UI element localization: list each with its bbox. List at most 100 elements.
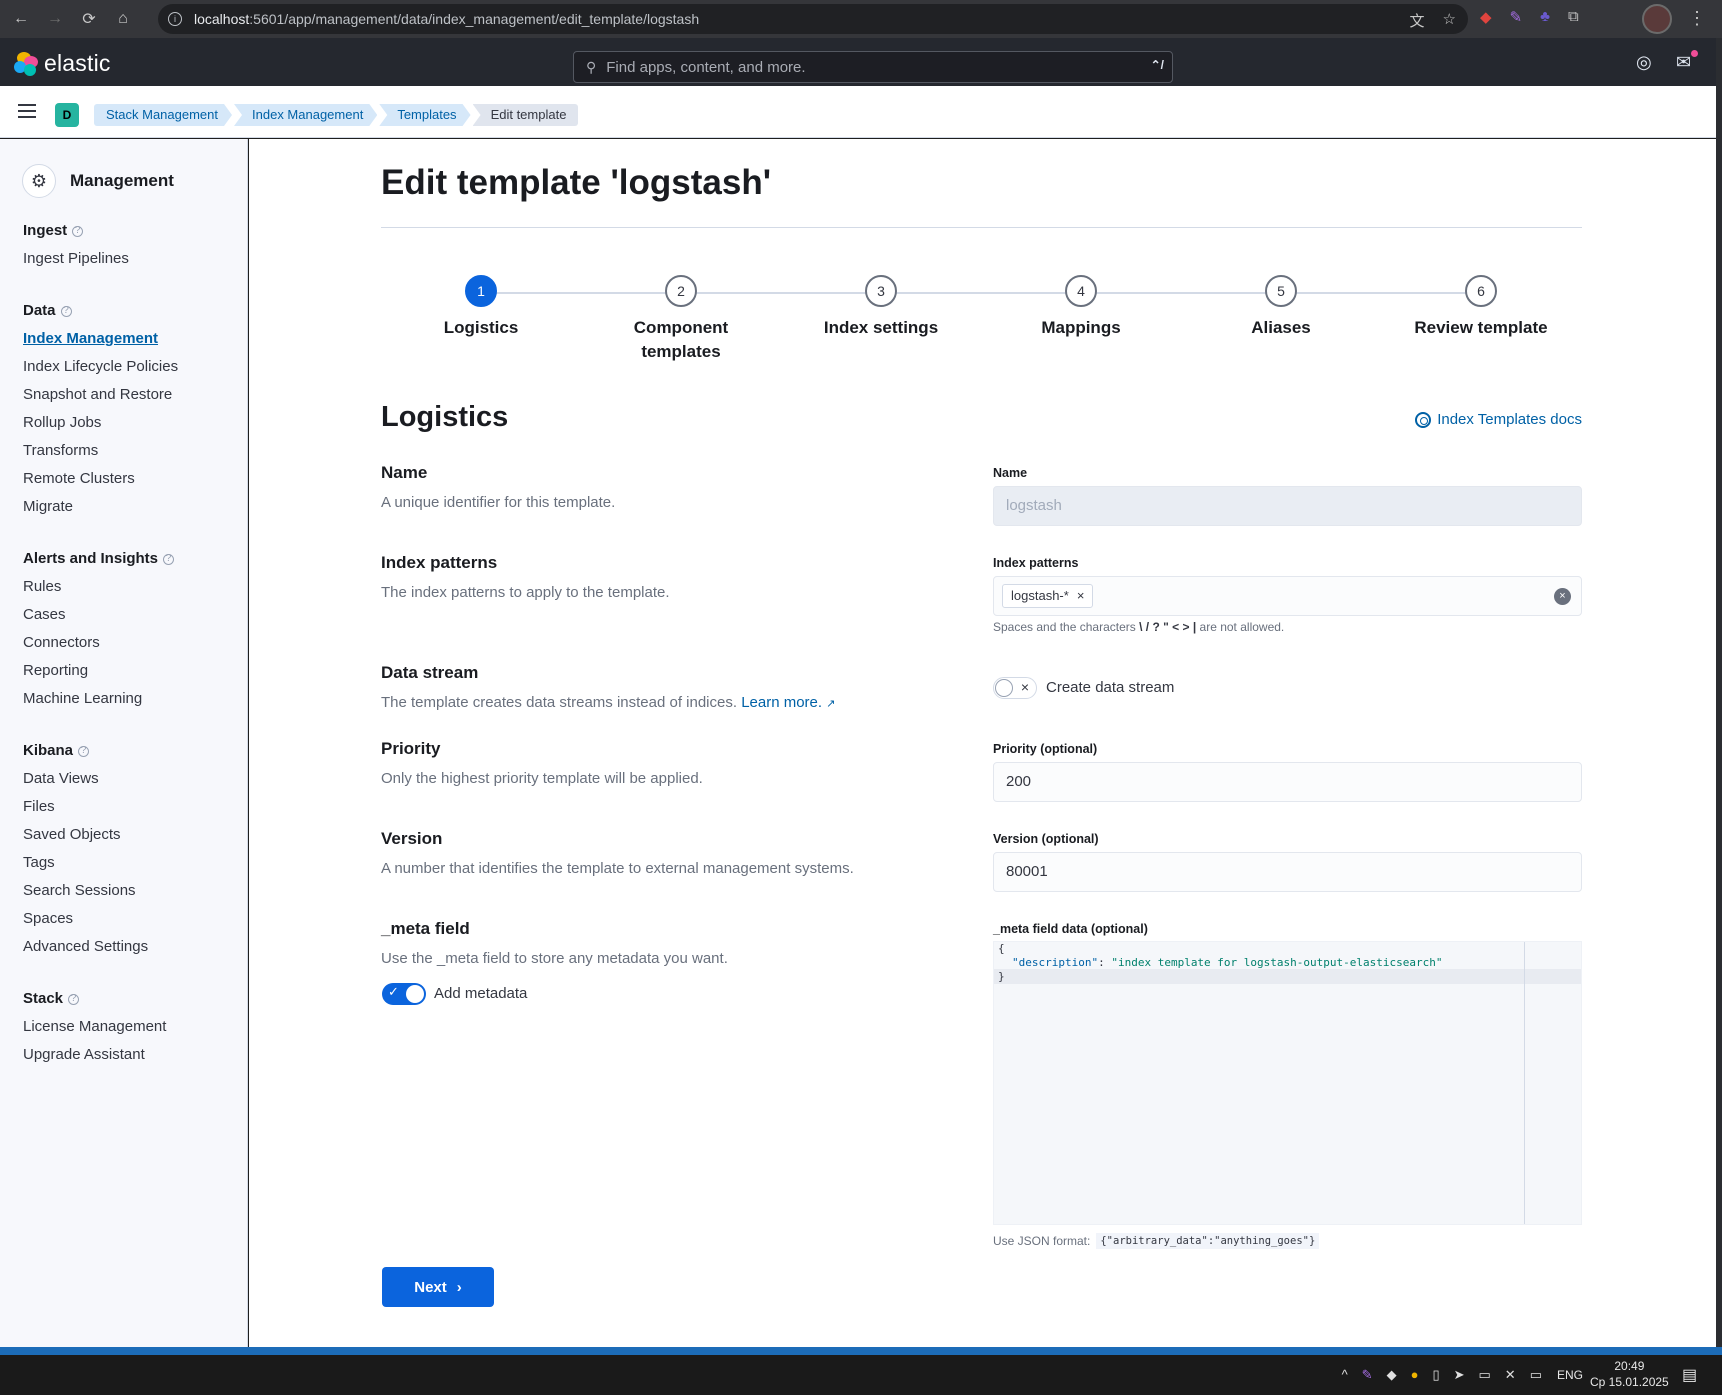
sidebar-item-connectors[interactable]: Connectors: [23, 629, 243, 657]
sidebar-item-tags[interactable]: Tags: [23, 849, 243, 877]
priority-title: Priority: [381, 739, 441, 758]
index-patterns-combobox[interactable]: logstash-* × ×: [993, 576, 1582, 616]
extension-feather-icon[interactable]: ✎: [1510, 8, 1523, 26]
back-icon[interactable]: ←: [8, 6, 34, 32]
chrome-icon[interactable]: ●: [1411, 1367, 1419, 1383]
name-field[interactable]: logstash: [993, 486, 1582, 526]
sidebar-item-snapshot-and-restore[interactable]: Snapshot and Restore: [23, 381, 243, 409]
notifications-icon[interactable]: ▤: [1682, 1365, 1697, 1385]
step-number: 5: [1265, 275, 1297, 307]
divider: [381, 227, 1582, 228]
global-search-input[interactable]: ⚲ Find apps, content, and more. ⌃/: [573, 51, 1173, 83]
translate-icon[interactable]: 文: [1410, 10, 1425, 31]
extension-icon[interactable]: ◆: [1480, 8, 1492, 26]
code-line: }: [998, 970, 1005, 983]
sidebar-group-ingest: Ingest? Ingest Pipelines: [23, 217, 243, 273]
sidebar-item-license-management[interactable]: License Management: [23, 1013, 243, 1041]
meta-field-label: _meta field data (optional): [993, 922, 1148, 936]
sidebar-item-advanced-settings[interactable]: Advanced Settings: [23, 933, 243, 961]
docs-link-label: Index Templates docs: [1437, 411, 1582, 428]
code-line: "description": "index template for logst…: [1012, 956, 1443, 969]
menu-toggle-icon[interactable]: [18, 104, 36, 122]
info-icon[interactable]: ?: [60, 305, 72, 317]
chevron-up-icon[interactable]: ^: [1342, 1367, 1348, 1383]
info-icon[interactable]: ?: [78, 745, 90, 757]
sidebar-item-migrate[interactable]: Migrate: [23, 493, 243, 521]
sidebar-item-upgrade-assistant[interactable]: Upgrade Assistant: [23, 1041, 243, 1069]
create-data-stream-toggle[interactable]: ×: [993, 677, 1037, 699]
clear-icon[interactable]: ×: [1554, 588, 1571, 605]
learn-more-link[interactable]: Learn more. ↗: [741, 694, 835, 711]
sidebar-item-data-views[interactable]: Data Views: [23, 765, 243, 793]
browser-menu-icon[interactable]: ⋮: [1688, 8, 1706, 29]
meta-json-editor[interactable]: { "description": "index template for log…: [993, 941, 1582, 1225]
tray-app-icon[interactable]: ✎: [1362, 1367, 1373, 1383]
gear-icon: ⚙: [22, 164, 56, 198]
clock-date: Ср 15.01.2025: [1590, 1375, 1669, 1389]
address-bar[interactable]: i localhost:5601/app/management/data/ind…: [158, 4, 1468, 34]
battery-icon[interactable]: ▯: [1432, 1367, 1439, 1383]
sidebar-item-cases[interactable]: Cases: [23, 601, 243, 629]
step-number: 3: [865, 275, 897, 307]
breadcrumb-edit-template: Edit template: [472, 104, 579, 126]
sidebar-group-title: Alerts and Insights: [23, 550, 159, 567]
step-review-template[interactable]: 6 Review template: [1381, 275, 1581, 340]
add-metadata-toggle[interactable]: ✓: [382, 983, 426, 1005]
language-indicator[interactable]: ENG: [1557, 1368, 1583, 1382]
extensions-puzzle-icon[interactable]: ⧉: [1568, 8, 1579, 26]
power-icon[interactable]: ▭: [1479, 1367, 1491, 1383]
next-button[interactable]: Next ›: [382, 1267, 494, 1307]
sidebar-item-saved-objects[interactable]: Saved Objects: [23, 821, 243, 849]
clock[interactable]: 20:49 Ср 15.01.2025: [1590, 1358, 1669, 1390]
index-templates-docs-link[interactable]: Index Templates docs: [1415, 411, 1582, 428]
volume-muted-icon[interactable]: ✕: [1505, 1367, 1516, 1383]
sidebar-item-transforms[interactable]: Transforms: [23, 437, 243, 465]
step-component-templates[interactable]: 2 Component templates: [581, 275, 781, 364]
index-patterns-title: Index patterns: [381, 553, 498, 572]
bookmark-star-icon[interactable]: ☆: [1443, 10, 1456, 31]
page-title: Edit template 'logstash': [381, 163, 772, 202]
sidebar-item-reporting[interactable]: Reporting: [23, 657, 243, 685]
sidebar-item-ingest-pipelines[interactable]: Ingest Pipelines: [23, 245, 243, 273]
forward-icon[interactable]: →: [42, 6, 68, 32]
sidebar-item-rules[interactable]: Rules: [23, 573, 243, 601]
os-taskbar: ^ ✎ ◆ ● ▯ ➤ ▭ ✕ ▭ ENG 20:49 Ср 15.01.202…: [0, 1355, 1722, 1395]
tray-app-icon[interactable]: ◆: [1387, 1367, 1397, 1383]
step-logistics[interactable]: 1 Logistics: [381, 275, 581, 340]
reload-icon[interactable]: ⟳: [76, 6, 102, 32]
breadcrumb-index-management[interactable]: Index Management: [234, 104, 377, 126]
step-aliases[interactable]: 5 Aliases: [1181, 275, 1381, 340]
info-icon[interactable]: ?: [163, 553, 175, 565]
info-icon[interactable]: ?: [68, 993, 80, 1005]
sidebar-item-search-sessions[interactable]: Search Sessions: [23, 877, 243, 905]
step-index-settings[interactable]: 3 Index settings: [781, 275, 981, 340]
chip-remove-icon[interactable]: ×: [1077, 585, 1085, 607]
help-lifebuoy-icon[interactable]: ◎: [1636, 52, 1652, 73]
sidebar-item-index-management[interactable]: Index Management: [23, 325, 243, 353]
step-label: Component templates: [633, 318, 729, 361]
cross-icon: ×: [1020, 679, 1029, 695]
profile-avatar[interactable]: [1642, 4, 1672, 34]
breadcrumb-stack-management[interactable]: Stack Management: [94, 104, 232, 126]
elastic-logo[interactable]: elastic: [14, 50, 111, 77]
breadcrumb-templates[interactable]: Templates: [379, 104, 470, 126]
sidebar-item-files[interactable]: Files: [23, 793, 243, 821]
priority-field[interactable]: 200: [993, 762, 1582, 802]
extension-icon[interactable]: ♣: [1540, 8, 1550, 26]
step-mappings[interactable]: 4 Mappings: [981, 275, 1181, 340]
version-field[interactable]: 80001: [993, 852, 1582, 892]
home-icon[interactable]: ⌂: [110, 6, 136, 32]
info-icon[interactable]: ?: [72, 225, 84, 237]
sidebar-item-spaces[interactable]: Spaces: [23, 905, 243, 933]
telegram-icon[interactable]: ➤: [1454, 1367, 1465, 1383]
sidebar-item-index-lifecycle-policies[interactable]: Index Lifecycle Policies: [23, 353, 243, 381]
space-avatar[interactable]: D: [55, 103, 79, 127]
site-info-icon[interactable]: i: [168, 12, 182, 26]
news-feed-icon[interactable]: ✉: [1676, 52, 1691, 73]
sidebar-item-rollup-jobs[interactable]: Rollup Jobs: [23, 409, 243, 437]
sidebar-item-remote-clusters[interactable]: Remote Clusters: [23, 465, 243, 493]
network-icon[interactable]: ▭: [1530, 1367, 1542, 1383]
sidebar-item-machine-learning[interactable]: Machine Learning: [23, 685, 243, 713]
chevron-right-icon: ›: [456, 1278, 462, 1296]
active-line-highlight: [994, 969, 1581, 984]
